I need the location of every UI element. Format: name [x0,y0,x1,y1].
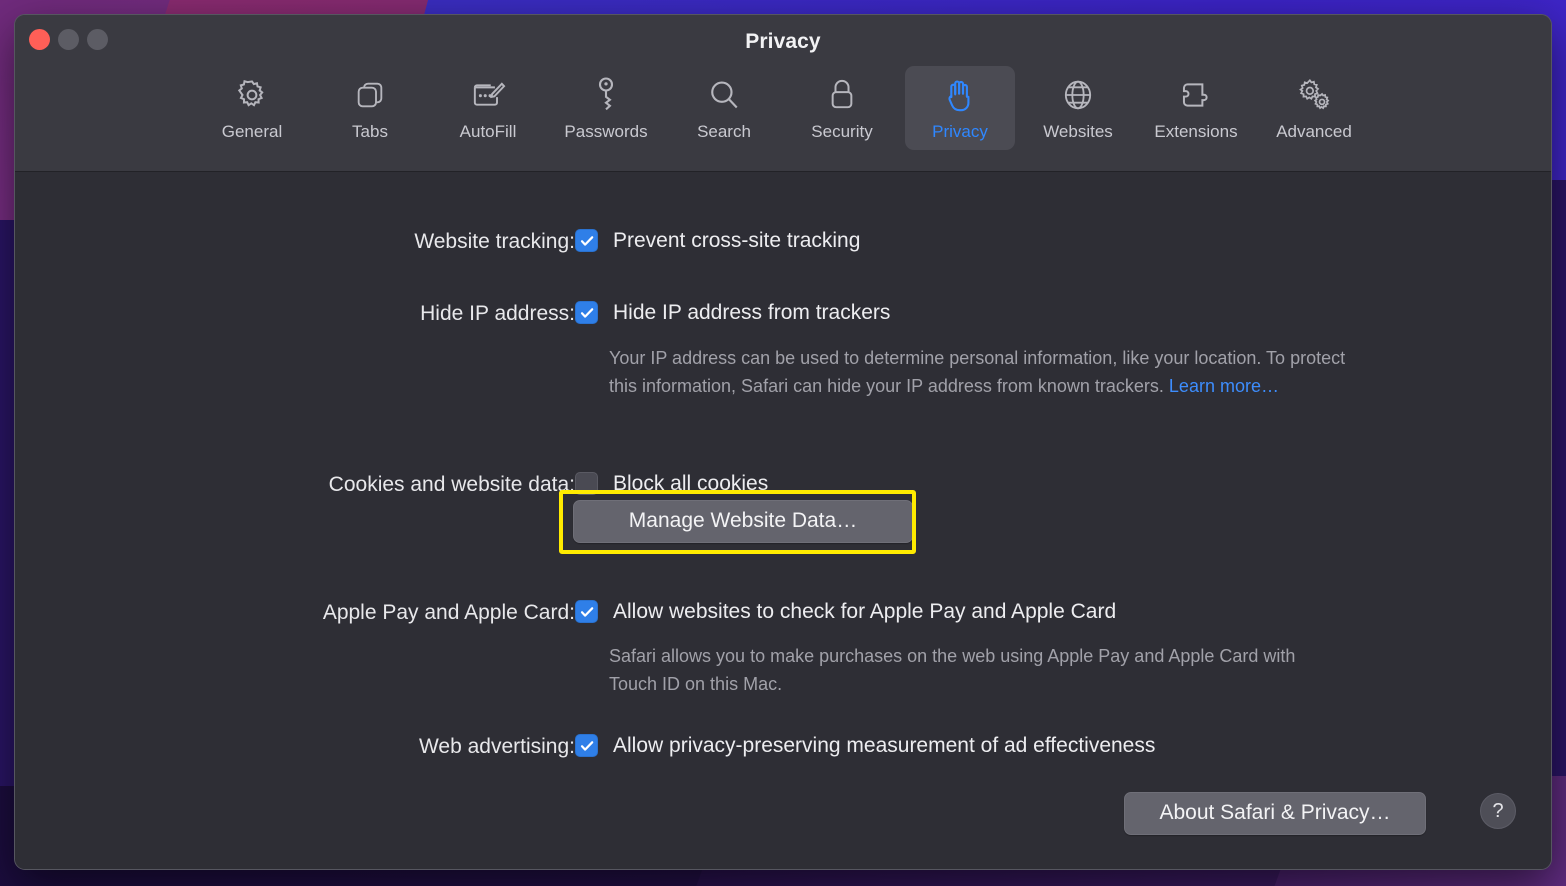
hide-ip-description: Your IP address can be used to determine… [609,344,1369,400]
apple-pay-description: Safari allows you to make purchases on t… [609,646,1296,694]
block-all-cookies-label[interactable]: Block all cookies [613,472,768,496]
tab-privacy[interactable]: Privacy [905,66,1015,150]
manage-website-data-button[interactable]: Manage Website Data… [573,500,913,543]
lock-icon [828,75,856,115]
gear-icon [235,75,269,115]
block-all-cookies-checkbox[interactable] [575,472,598,495]
apple-pay-checkbox[interactable] [575,600,598,623]
apple-pay-label: Apple Pay and Apple Card: [322,601,575,624]
tab-autofill[interactable]: AutoFill [433,66,543,150]
tab-label: AutoFill [459,122,517,141]
tab-label: General [221,122,283,141]
window-title: Privacy [745,30,821,53]
tab-label: Search [697,122,751,141]
tab-label: Tabs [352,122,388,141]
hand-icon [945,75,975,115]
tab-passwords[interactable]: Passwords [551,66,661,150]
preferences-toolbar: General Tabs AutoFill Passwords Search S… [15,66,1551,150]
about-safari-privacy-button[interactable]: About Safari & Privacy… [1124,792,1426,835]
hide-ip-address-checkbox-label[interactable]: Hide IP address from trackers [613,301,890,325]
window-titlebar: Privacy General Tabs AutoFill Passwords … [15,15,1551,172]
tab-security[interactable]: Security [787,66,897,150]
key-icon [593,75,619,115]
tab-websites[interactable]: Websites [1023,66,1133,150]
web-advertising-checkbox[interactable] [575,734,598,757]
gears-icon [1296,75,1332,115]
help-button[interactable]: ? [1480,793,1516,829]
tab-tabs[interactable]: Tabs [315,66,425,150]
tabs-icon [354,75,386,115]
web-advertising-label: Web advertising: [418,735,575,758]
puzzle-icon [1179,75,1213,115]
apple-pay-checkbox-label[interactable]: Allow websites to check for Apple Pay an… [613,600,1116,624]
maximize-window-button[interactable] [87,29,108,50]
tab-general[interactable]: General [197,66,307,150]
web-advertising-checkbox-label[interactable]: Allow privacy-preserving measurement of … [613,734,1155,758]
globe-icon [1061,75,1095,115]
cookies-label: Cookies and website data: [328,473,575,496]
tab-label: Passwords [564,122,648,141]
tab-extensions[interactable]: Extensions [1141,66,1251,150]
autofill-icon [470,75,506,115]
preferences-window: Privacy General Tabs AutoFill Passwords … [14,14,1552,870]
learn-more-link[interactable]: Learn more… [1169,376,1279,396]
minimize-window-button[interactable] [58,29,79,50]
tab-label: Security [811,122,873,141]
website-tracking-label: Website tracking: [414,230,575,253]
prevent-cross-site-tracking-checkbox[interactable] [575,229,598,252]
tab-label: Websites [1043,122,1113,141]
magnifier-icon [707,75,741,115]
tab-label: Advanced [1276,122,1352,141]
traffic-light-buttons[interactable] [29,29,108,50]
tab-advanced[interactable]: Advanced [1259,66,1369,150]
tab-label: Privacy [932,122,988,141]
hide-ip-address-checkbox[interactable] [575,301,598,324]
tab-label: Extensions [1154,122,1238,141]
prevent-cross-site-tracking-label[interactable]: Prevent cross-site tracking [613,229,860,253]
close-window-button[interactable] [29,29,50,50]
desktop-background: Privacy General Tabs AutoFill Passwords … [0,0,1566,886]
tab-search[interactable]: Search [669,66,779,150]
hide-ip-address-label: Hide IP address: [420,302,575,325]
privacy-settings-panel: Website tracking: Prevent cross-site tra… [15,172,1551,869]
